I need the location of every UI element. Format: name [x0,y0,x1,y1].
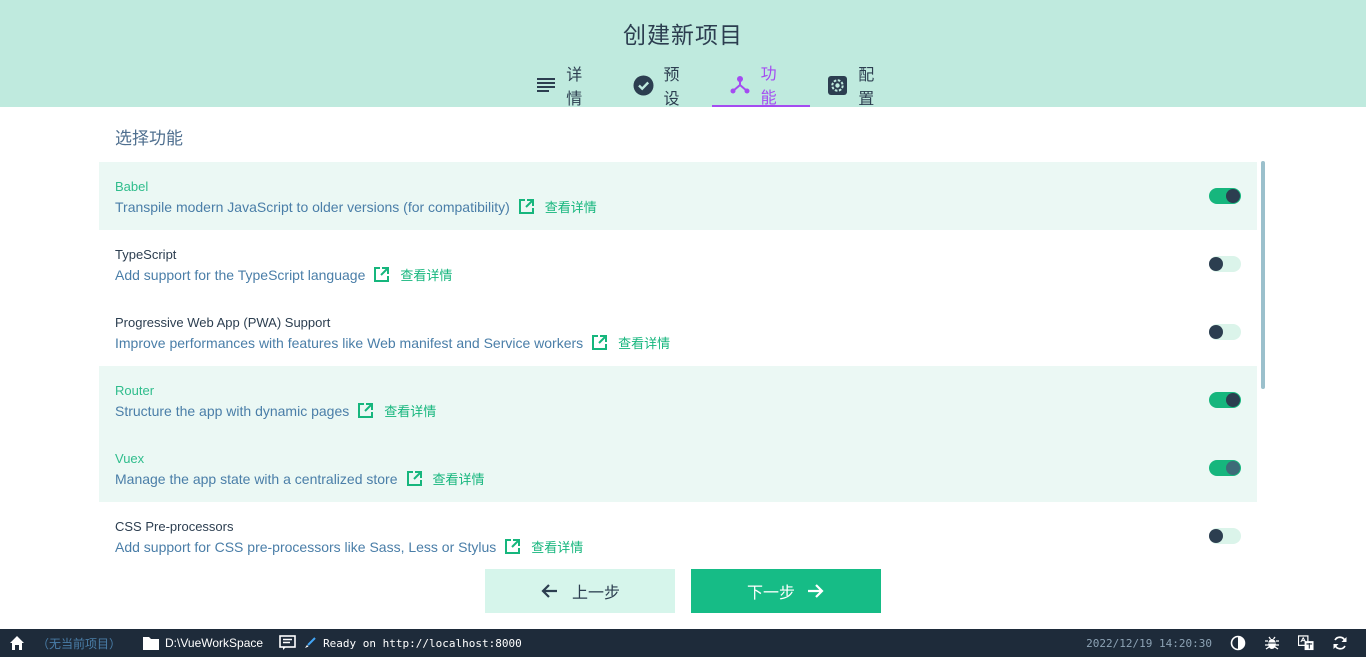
feature-list-scrollbar[interactable] [1261,161,1265,389]
tab-config[interactable]: 配置 [810,65,907,108]
feature-name: Babel [115,179,149,194]
feature-name: CSS Pre-processors [115,519,234,534]
bug-report-icon[interactable] [1264,635,1280,651]
current-project[interactable]: （无当前项目） [37,629,121,657]
next-button[interactable]: 下一步 [691,569,881,613]
next-button-label: 下一步 [746,583,795,602]
feature-description: Manage the app state with a centralized … [115,470,398,487]
toggle-knob [1209,325,1223,339]
feature-description: Improve performances with features like … [115,334,584,351]
feature-toggle[interactable] [1209,460,1241,476]
open-in-new-icon[interactable] [518,198,535,215]
tab-label: 详情 [566,65,583,108]
tab-presets[interactable]: 预设 [615,65,712,108]
message-icon[interactable] [279,635,296,651]
brush-icon [304,637,316,649]
feature-description: Add support for the TypeScript language [115,266,366,283]
clock: 2022/12/19 14:20:30 [1086,636,1212,650]
feature-toggle[interactable] [1209,324,1241,340]
tab-label: 配置 [858,65,875,108]
section-title: 选择功能 [115,129,183,149]
translate-icon[interactable] [1298,635,1314,651]
feature-name: TypeScript [115,247,177,262]
open-in-new-icon[interactable] [591,334,608,351]
more-info-link[interactable]: 查看详情 [400,265,452,284]
feature-toggle[interactable] [1209,188,1241,204]
previous-button[interactable]: 上一步 [485,569,675,613]
current-folder[interactable]: D:\VueWorkSpace [165,629,263,657]
feature-item-babel[interactable]: Babel Transpile modern JavaScript to old… [99,162,1257,230]
toggle-knob [1209,257,1223,271]
page-title: 创建新项目 [623,23,743,49]
toggle-knob [1226,393,1240,407]
feature-item-router[interactable]: Router Structure the app with dynamic pa… [99,366,1257,434]
folder-icon [143,636,160,650]
settings-applications-icon [828,74,849,96]
feature-name: Progressive Web App (PWA) Support [115,315,331,330]
feature-item-typescript[interactable]: TypeScript Add support for the TypeScrip… [99,230,1257,298]
feature-description: Add support for CSS pre-processors like … [115,538,497,555]
header: 创建新项目 详情 预设 功能 配置 [0,0,1366,108]
feature-toggle[interactable] [1209,256,1241,272]
feature-name: Vuex [115,451,145,466]
open-in-new-icon[interactable] [406,470,423,487]
open-in-new-icon[interactable] [373,266,390,283]
more-info-link[interactable]: 查看详情 [545,197,597,216]
dark-mode-icon[interactable] [1230,635,1246,651]
tab-features[interactable]: 功能 [711,64,810,107]
more-info-link[interactable]: 查看详情 [618,333,670,352]
feature-item-css-preprocessors[interactable]: CSS Pre-processors Add support for CSS p… [99,502,1257,558]
feature-item-vuex[interactable]: Vuex Manage the app state with a central… [99,434,1257,502]
tab-details[interactable]: 详情 [518,65,615,108]
more-info-link[interactable]: 查看详情 [433,469,485,488]
more-info-link[interactable]: 查看详情 [531,537,583,556]
arrow-back-icon [540,581,560,601]
feature-name: Router [115,383,155,398]
home-icon[interactable] [9,635,25,651]
feature-list: Babel Transpile modern JavaScript to old… [99,162,1257,558]
refresh-icon[interactable] [1332,635,1348,651]
previous-button-label: 上一步 [571,583,620,602]
open-in-new-icon[interactable] [504,538,521,555]
open-in-new-icon[interactable] [357,402,374,419]
toggle-knob [1209,529,1223,543]
arrow-forward-icon [805,581,825,601]
status-bar: （无当前项目） D:\VueWorkSpace Ready on http://… [0,629,1366,657]
more-info-link[interactable]: 查看详情 [384,401,436,420]
last-log-message[interactable]: Ready on http://localhost:8000 [323,629,522,657]
device-hub-icon [730,73,751,95]
feature-item-pwa[interactable]: Progressive Web App (PWA) Support Improv… [99,298,1257,366]
toggle-knob [1226,189,1240,203]
tab-label: 功能 [760,64,777,107]
tab-label: 预设 [663,65,680,108]
subject-icon [536,74,557,96]
feature-description: Structure the app with dynamic pages [115,402,350,419]
check-circle-icon [633,74,654,96]
feature-toggle[interactable] [1209,528,1241,544]
toggle-knob [1226,461,1240,475]
feature-description: Transpile modern JavaScript to older ver… [115,198,510,215]
step-tabs: 详情 预设 功能 配置 [0,64,1366,108]
feature-toggle[interactable] [1209,392,1241,408]
